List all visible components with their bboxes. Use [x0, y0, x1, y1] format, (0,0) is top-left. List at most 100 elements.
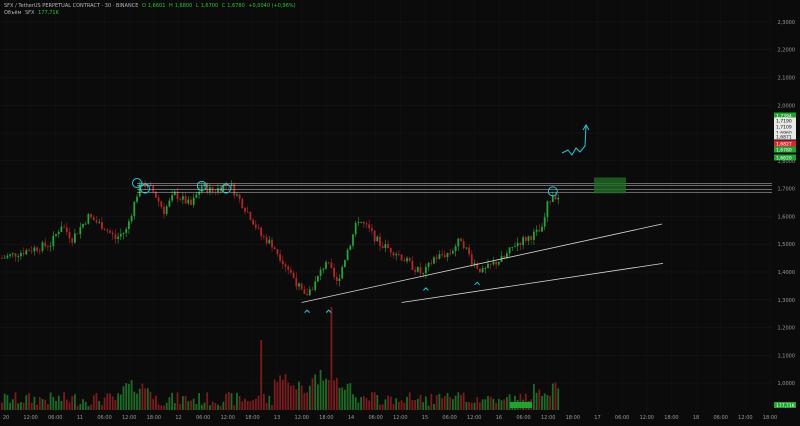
time-tick-label: 16: [496, 415, 502, 421]
candle-body: [519, 242, 522, 246]
candle-body: [365, 223, 368, 225]
volume-bar: [114, 400, 117, 410]
candle-body: [254, 224, 257, 228]
volume-bar: [292, 385, 295, 410]
volume-bar: [244, 398, 246, 410]
candle-body: [330, 262, 333, 268]
candle-body: [446, 253, 449, 258]
chart-canvas[interactable]: 2,30002,20002,10002,00001,90001,80001,70…: [0, 0, 800, 422]
candle-body: [333, 267, 335, 278]
candle-body: [71, 238, 74, 243]
candle-body: [55, 233, 57, 236]
candle-body: [452, 251, 454, 254]
price-tick-label: 1,6000: [778, 214, 796, 220]
candle-body: [238, 194, 241, 199]
volume-bar: [230, 393, 233, 410]
volume-value: 177,71K: [38, 10, 59, 16]
trading-chart[interactable]: 2,30002,20002,10002,00001,90001,80001,70…: [0, 0, 800, 422]
candle-body: [492, 261, 495, 265]
candle-body: [260, 227, 263, 237]
candle-body: [427, 262, 430, 267]
volume-bar: [435, 395, 438, 410]
volume-bar: [119, 394, 122, 410]
volume-bar: [462, 392, 465, 410]
volume-bar: [452, 399, 454, 410]
volume-bar: [98, 400, 101, 410]
volume-bar: [47, 404, 49, 410]
volume-bar: [438, 394, 441, 410]
volume-bar: [389, 396, 392, 410]
volume-symbol: SFX: [25, 10, 35, 16]
time-axis[interactable]: 20 12:00 06:00 11 06:00 12:00 18:00 12 06:00 12:0…: [0, 412, 800, 422]
candle-body: [462, 241, 465, 249]
volume-bar: [446, 393, 449, 410]
candle-body: [389, 248, 392, 253]
time-tick-label: 18:00: [319, 415, 333, 421]
volume-bar: [106, 393, 109, 410]
volume-bar: [295, 389, 298, 410]
volume-bar: [128, 383, 130, 410]
candle-body: [362, 222, 365, 224]
volume-bar: [425, 396, 427, 410]
volume-bar: [171, 392, 173, 410]
volume-bar: [460, 394, 462, 410]
candle-body: [551, 195, 554, 203]
candle-body: [516, 242, 519, 247]
volume-bar: [136, 393, 138, 410]
candle-body: [133, 201, 136, 216]
volume-bar: [487, 396, 489, 410]
volume-bar: [290, 385, 292, 410]
candle-body: [487, 263, 489, 269]
volume-bar: [55, 400, 57, 410]
volume-bar: [190, 400, 192, 410]
candle-body: [538, 229, 541, 232]
volume-bar: [233, 405, 236, 410]
volume-bar: [281, 379, 284, 410]
time-tick-label: 12:00: [23, 415, 37, 421]
price-tick-label: 1,0000: [778, 381, 796, 387]
candle-body: [425, 266, 427, 274]
symbol-legend[interactable]: SFX / TetherUS PERPETUAL CONTRACT · 30 ·…: [4, 3, 298, 10]
volume-legend[interactable]: Объём SFX 177,71K: [4, 10, 61, 17]
candle-body: [187, 199, 190, 204]
candle-body: [373, 230, 376, 242]
volume-bar: [279, 375, 281, 410]
candle-body: [157, 197, 160, 202]
volume-bar: [227, 392, 230, 410]
candle-body: [47, 246, 49, 247]
candle-body: [527, 236, 530, 241]
candle-body: [416, 267, 419, 272]
time-tick-label: 18:00: [147, 415, 161, 421]
candle-body: [298, 283, 300, 287]
candle-body: [268, 239, 271, 244]
candle-body: [422, 273, 425, 274]
candle-body: [435, 257, 438, 259]
candle-body: [533, 231, 535, 240]
candle-body: [530, 236, 533, 240]
candle-body: [195, 194, 198, 198]
candle-body: [379, 236, 381, 247]
candle-body: [92, 217, 95, 221]
candle-body: [457, 238, 460, 247]
candle-body: [1, 258, 3, 259]
volume-bar: [6, 395, 9, 410]
volume-bar: [341, 387, 344, 410]
volume-bar: [506, 396, 508, 410]
volume-tag-label: 177,71K: [776, 403, 796, 409]
price-tag: 1,6827: [774, 140, 796, 148]
volume-bar: [317, 384, 319, 410]
volume-bar: [273, 379, 276, 410]
volume-bar: [346, 383, 349, 410]
candle-body: [430, 262, 433, 264]
volume-bar: [481, 399, 484, 410]
price-axis[interactable]: 2,30002,20002,10002,00001,90001,80001,70…: [772, 0, 800, 412]
candle-body: [136, 196, 138, 202]
volume-bar: [311, 378, 314, 410]
candle-body: [271, 239, 273, 248]
candle-body: [160, 201, 163, 207]
candle-body: [303, 289, 306, 294]
candle-body: [381, 246, 384, 248]
candle-body: [554, 195, 557, 200]
ohlc-high-value: 1,6800: [174, 3, 193, 9]
candle-body: [335, 277, 338, 281]
